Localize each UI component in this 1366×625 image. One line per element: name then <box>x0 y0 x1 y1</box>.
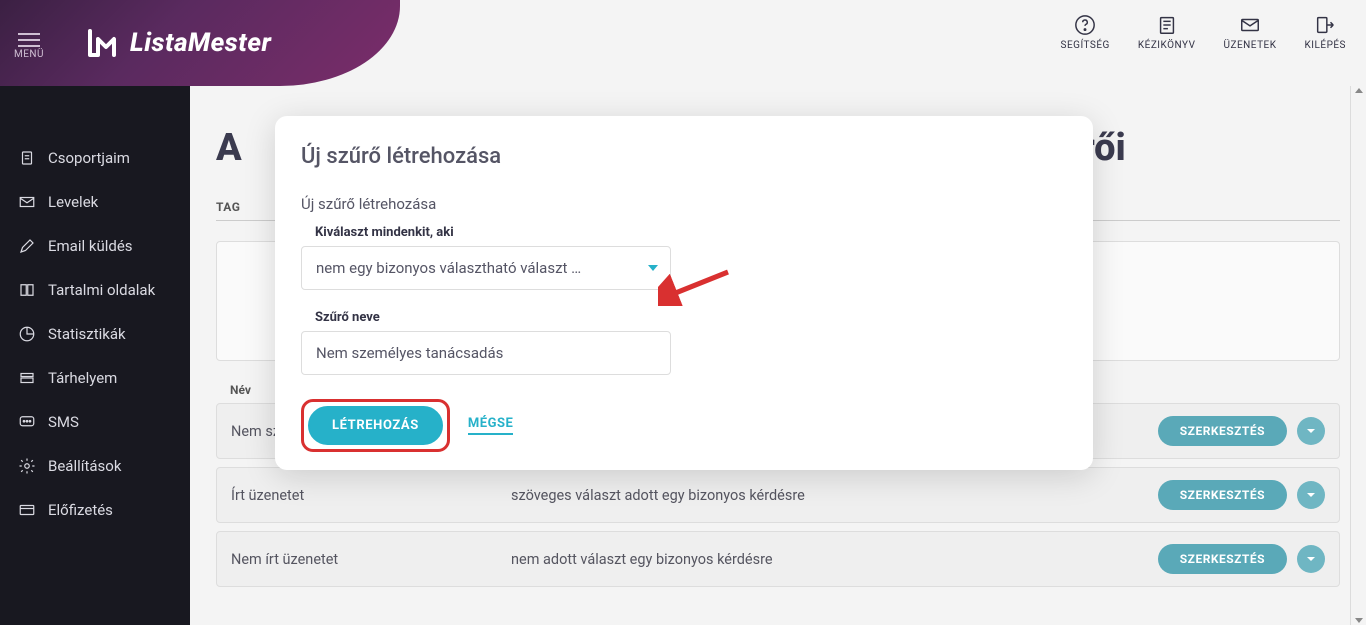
tab-tag[interactable]: TAG <box>216 200 240 214</box>
sidebar: Csoportjaim Levelek Email küldés Tartalm… <box>0 86 190 625</box>
mail-icon <box>1239 14 1261 36</box>
sidebar-item-groups[interactable]: Csoportjaim <box>0 136 190 180</box>
filter-name-input[interactable]: Nem személyes tanácsadás <box>301 331 671 375</box>
menu-button[interactable]: MENÜ <box>14 31 44 60</box>
top-actions: SEGÍTSÉG KÉZIKÖNYV ÜZENETEK KILÉPÉS <box>1061 14 1346 51</box>
row-name: Írt üzenetet <box>231 487 511 504</box>
menu-label: MENÜ <box>14 49 44 60</box>
pencil-icon <box>18 237 36 255</box>
edit-button[interactable]: SZERKESZTÉS <box>1158 480 1287 510</box>
brand-logo-icon <box>84 25 120 61</box>
gear-icon <box>18 457 36 475</box>
chevron-down-icon <box>648 265 658 271</box>
brand-text: ListaMester <box>130 28 271 58</box>
edit-dropdown[interactable] <box>1297 545 1325 573</box>
action-logout[interactable]: KILÉPÉS <box>1305 14 1347 51</box>
row-desc: nem adott választ egy bizonyos kérdésre <box>511 551 1158 568</box>
create-button[interactable]: LÉTREHOZÁS <box>308 406 443 445</box>
sidebar-item-mails[interactable]: Levelek <box>0 180 190 224</box>
row-name: Nem írt üzenetet <box>231 551 511 568</box>
envelope-icon <box>18 193 36 211</box>
modal-title: Új szűrő létrehozása <box>275 144 1093 177</box>
brand-logo[interactable]: ListaMester <box>84 25 271 61</box>
edit-dropdown[interactable] <box>1297 417 1325 445</box>
sidebar-item-sms[interactable]: SMS <box>0 400 190 444</box>
book-icon <box>1156 14 1178 36</box>
scrollbar[interactable] <box>1350 86 1366 625</box>
logout-icon <box>1314 14 1336 36</box>
action-messages[interactable]: ÜZENETEK <box>1224 14 1277 51</box>
table-row: Írt üzenetet szöveges választ adott egy … <box>216 467 1340 523</box>
sidebar-item-settings[interactable]: Beállítások <box>0 444 190 488</box>
chevron-down-icon <box>1306 426 1316 436</box>
action-help[interactable]: SEGÍTSÉG <box>1061 14 1110 51</box>
edit-button[interactable]: SZERKESZTÉS <box>1158 416 1287 446</box>
edit-button[interactable]: SZERKESZTÉS <box>1158 544 1287 574</box>
brand-bar: MENÜ ListaMester <box>0 0 400 86</box>
help-icon <box>1074 14 1096 36</box>
row-desc: szöveges választ adott egy bizonyos kérd… <box>511 487 1158 504</box>
select-label: Kiválaszt mindenkit, aki <box>275 219 1093 244</box>
create-button-highlight: LÉTREHOZÁS <box>301 399 450 452</box>
table-row: Nem írt üzenetet nem adott választ egy b… <box>216 531 1340 587</box>
modal-new-filter: Új szűrő létrehozása Új szűrő létrehozás… <box>275 116 1093 470</box>
chevron-down-icon <box>1306 490 1316 500</box>
name-label: Szűrő neve <box>275 304 1093 329</box>
chart-icon <box>18 325 36 343</box>
sidebar-item-stats[interactable]: Statisztikák <box>0 312 190 356</box>
filter-type-select[interactable]: nem egy bizonyos választható választ … <box>301 246 671 290</box>
sidebar-item-subscription[interactable]: Előfizetés <box>0 488 190 532</box>
input-value: Nem személyes tanácsadás <box>316 344 503 362</box>
clipboard-icon <box>18 149 36 167</box>
action-manual[interactable]: KÉZIKÖNYV <box>1138 14 1196 51</box>
cancel-button[interactable]: MÉGSE <box>468 416 513 435</box>
modal-actions: LÉTREHOZÁS MÉGSE <box>275 389 1093 452</box>
select-value: nem egy bizonyos választható választ … <box>316 259 581 277</box>
sms-icon <box>18 413 36 431</box>
card-icon <box>18 501 36 519</box>
edit-dropdown[interactable] <box>1297 481 1325 509</box>
modal-subtitle: Új szűrő létrehozása <box>275 177 1093 219</box>
sidebar-item-storage[interactable]: Tárhelyem <box>0 356 190 400</box>
sidebar-item-content[interactable]: Tartalmi oldalak <box>0 268 190 312</box>
chevron-down-icon <box>1306 554 1316 564</box>
storage-icon <box>18 369 36 387</box>
sidebar-item-send[interactable]: Email küldés <box>0 224 190 268</box>
pages-icon <box>18 281 36 299</box>
